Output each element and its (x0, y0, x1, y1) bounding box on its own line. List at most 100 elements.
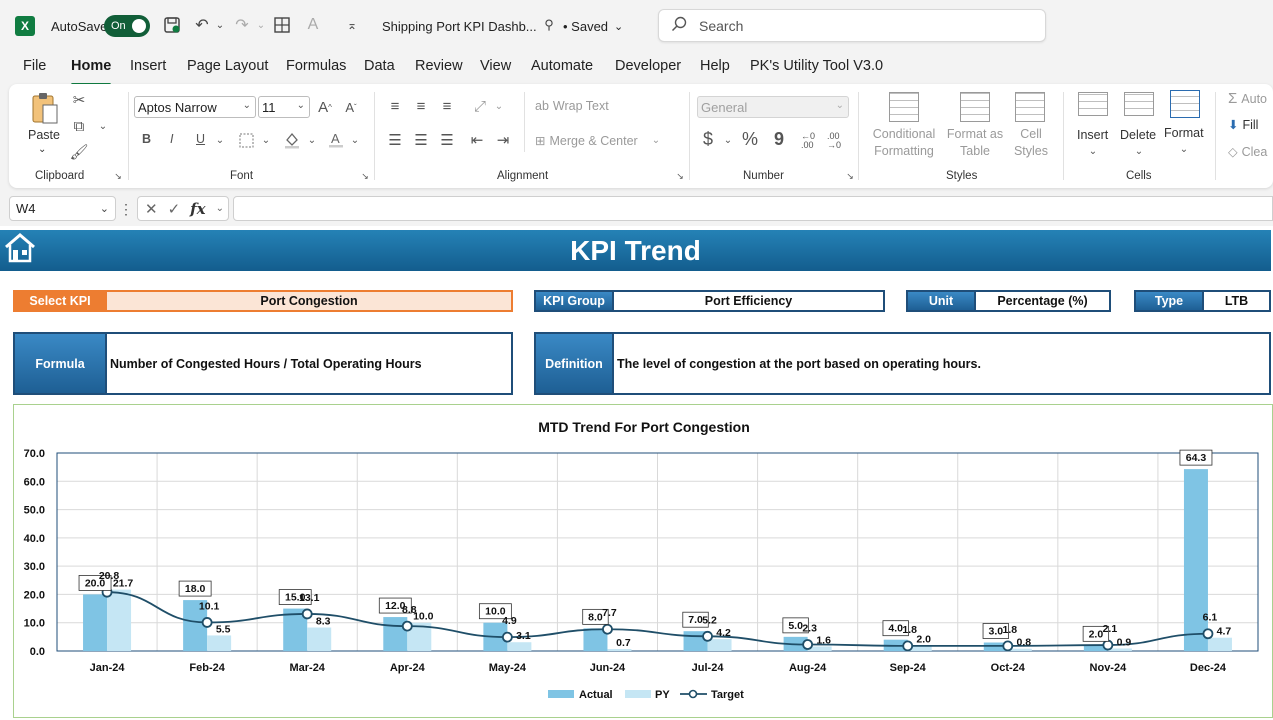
share-person-icon[interactable]: ⚲ (538, 14, 560, 36)
decrease-decimal-icon[interactable]: .00 →0 (823, 130, 845, 152)
align-left-icon[interactable]: ☰ (385, 130, 405, 150)
cancel-icon[interactable]: ✕ (145, 200, 158, 218)
worksheet[interactable]: KPI Trend Select KPI Port Congestion KPI… (0, 226, 1273, 720)
chevron-down-icon[interactable]: ⌄ (216, 203, 224, 214)
font-launcher-icon[interactable]: ↘ (359, 170, 371, 182)
align-right-icon[interactable]: ☰ (437, 130, 457, 150)
align-middle-icon[interactable]: ≡ (411, 96, 431, 116)
formula-input[interactable] (233, 196, 1273, 221)
tab-review[interactable]: Review (415, 58, 463, 82)
currency-dropdown-icon[interactable]: ⌄ (722, 132, 734, 148)
format-as-table-icon[interactable] (960, 92, 990, 122)
bold-button[interactable]: B (142, 132, 151, 146)
mtd-trend-chart[interactable]: MTD Trend For Port Congestion 0.0 10.0 20.… (13, 404, 1273, 718)
save-icon[interactable] (161, 14, 183, 36)
clipboard-group-label: Clipboard (35, 170, 85, 182)
y-tick-label: 20.0 (24, 589, 45, 601)
conditional-formatting-button[interactable]: Conditional Formatting (871, 126, 937, 160)
search-placeholder: Search (699, 17, 744, 34)
underline-button[interactable]: U (196, 132, 205, 146)
select-kpi-dropdown[interactable]: Port Congestion (107, 290, 513, 312)
delete-cells-icon[interactable] (1124, 92, 1154, 116)
orientation-dropdown-icon[interactable]: ⌄ (493, 98, 505, 114)
tab-developer[interactable]: Developer (615, 58, 681, 82)
copy-dropdown-icon[interactable]: ⌄ (97, 118, 109, 134)
underline-dropdown-icon[interactable]: ⌄ (214, 132, 226, 148)
home-icon[interactable] (3, 232, 37, 264)
tab-view[interactable]: View (480, 58, 511, 82)
number-format-select[interactable]: General ⌄ (697, 96, 849, 118)
tab-home[interactable]: Home (71, 58, 112, 86)
increase-decimal-icon[interactable]: ←0.00 (797, 130, 819, 152)
cut-icon[interactable]: ✂ (69, 90, 89, 110)
increase-indent-icon[interactable]: ⇥ (493, 130, 513, 150)
format-cells-icon[interactable] (1170, 90, 1200, 118)
autosave-toggle[interactable]: On (104, 15, 150, 37)
format-cells-button[interactable]: Format (1164, 126, 1204, 140)
tab-automate[interactable]: Automate (531, 58, 593, 82)
align-center-icon[interactable]: ☰ (411, 130, 431, 150)
format-dropdown-icon[interactable]: ⌄ (1178, 142, 1190, 156)
tab-formulas[interactable]: Formulas (286, 58, 346, 82)
format-as-table-button[interactable]: Format as Table (943, 126, 1007, 160)
paste-icon[interactable] (29, 90, 61, 126)
decrease-indent-icon[interactable]: ⇤ (467, 130, 487, 150)
conditional-formatting-icon[interactable] (889, 92, 919, 122)
align-top-icon[interactable]: ≡ (385, 96, 405, 116)
tab-insert[interactable]: Insert (130, 58, 166, 82)
insert-cells-button[interactable]: Insert (1077, 128, 1108, 142)
delete-cells-button[interactable]: Delete (1120, 128, 1156, 142)
borders-dropdown-icon[interactable]: ⌄ (260, 132, 272, 148)
clear-button[interactable]: ◇ Clea (1228, 144, 1267, 160)
orientation-icon[interactable]: ⤢ (469, 96, 491, 116)
decrease-font-icon[interactable]: Aˇ (341, 96, 361, 118)
cell-styles-button[interactable]: Cell Styles (1009, 126, 1053, 160)
fill-color-dropdown-icon[interactable]: ⌄ (306, 132, 318, 148)
tab-data[interactable]: Data (364, 58, 395, 82)
clipboard-launcher-icon[interactable]: ↘ (112, 170, 124, 182)
redo-dropdown-icon[interactable]: ⌄ (250, 14, 272, 36)
comma-style-button[interactable]: 9 (774, 129, 784, 150)
currency-button[interactable]: $ (703, 129, 713, 150)
copy-icon[interactable]: ⧉ (69, 116, 89, 136)
autosum-button[interactable]: Σ Auto (1228, 90, 1267, 107)
insert-function-button[interactable]: fx (190, 200, 205, 218)
undo-dropdown-icon[interactable]: ⌄ (209, 14, 231, 36)
number-launcher-icon[interactable]: ↘ (844, 170, 856, 182)
merge-center-button[interactable]: ⊞ Merge & Center ⌄ (535, 133, 660, 149)
italic-button[interactable]: I (170, 132, 173, 146)
tab-file[interactable]: File (23, 58, 46, 82)
separator (128, 92, 129, 180)
actual-data-label: 2.0 (1089, 628, 1104, 640)
tab-pk-utility[interactable]: PK's Utility Tool V3.0 (750, 58, 883, 82)
borders-icon[interactable] (271, 14, 293, 36)
tab-help[interactable]: Help (700, 58, 730, 82)
cell-styles-icon[interactable] (1015, 92, 1045, 122)
font-color-dropdown-icon[interactable]: ⌄ (349, 132, 361, 148)
percent-button[interactable]: % (742, 129, 758, 150)
increase-font-icon[interactable]: A ^ (315, 96, 335, 118)
name-box[interactable]: W4 ⌄ (9, 196, 116, 221)
align-bottom-icon[interactable]: ≡ (437, 96, 457, 116)
font-color-icon[interactable]: A (302, 14, 324, 36)
format-painter-icon[interactable]: 🖌 (69, 142, 89, 162)
font-color-icon[interactable]: A (326, 130, 346, 150)
borders-icon[interactable] (236, 130, 256, 150)
tab-page-layout[interactable]: Page Layout (187, 58, 268, 82)
more-options-icon[interactable]: ⋮ (119, 200, 133, 218)
font-size-select[interactable]: 11 ⌄ (258, 96, 310, 118)
save-status[interactable]: • Saved ⌄ (563, 0, 623, 52)
enter-icon[interactable]: ✓ (168, 200, 181, 218)
alignment-launcher-icon[interactable]: ↘ (674, 170, 686, 182)
delete-dropdown-icon[interactable]: ⌄ (1133, 144, 1145, 158)
paste-button[interactable]: Paste (28, 128, 60, 142)
fill-color-icon[interactable] (281, 130, 303, 150)
insert-cells-icon[interactable] (1078, 92, 1108, 116)
search-box[interactable]: Search (658, 9, 1046, 42)
font-name-select[interactable]: Aptos Narrow ⌄ (134, 96, 256, 118)
paste-dropdown-icon[interactable]: ⌄ (38, 144, 46, 155)
wrap-text-button[interactable]: ab Wrap Text (535, 99, 609, 113)
fill-button[interactable]: ⬇ Fill (1228, 117, 1258, 133)
customize-toolbar-icon[interactable]: ⌅ (341, 14, 363, 36)
insert-dropdown-icon[interactable]: ⌄ (1087, 144, 1099, 158)
